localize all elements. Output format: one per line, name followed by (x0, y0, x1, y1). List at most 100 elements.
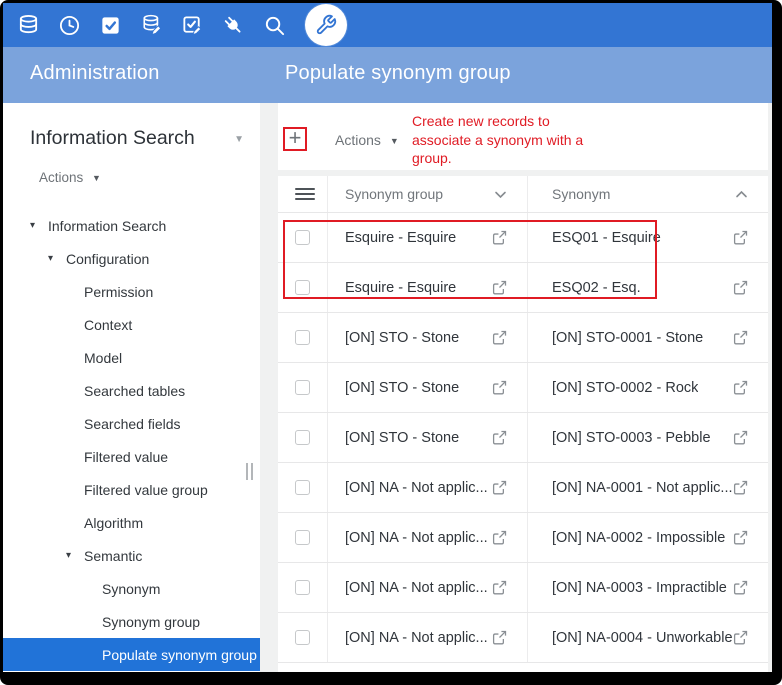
row-checkbox[interactable] (295, 230, 310, 245)
sidebar-item-information-search[interactable]: ▾ Information Search (3, 209, 260, 242)
table-header: Synonym group Synonym (278, 176, 768, 213)
table-row-on-sto-0003-pebble: [ON] STO - Stone [ON] STO-0003 - Pebble (278, 413, 768, 463)
external-link-icon[interactable] (492, 630, 507, 645)
sidebar-scrollbar-thumb[interactable] (246, 463, 253, 480)
external-link-icon[interactable] (733, 280, 748, 295)
external-link-icon[interactable] (492, 330, 507, 345)
synonym-group-cell: Esquire - Esquire (328, 263, 528, 312)
external-link-icon[interactable] (733, 330, 748, 345)
row-checkbox[interactable] (295, 330, 310, 345)
sidebar-item-permission[interactable]: ▾ Permission (3, 275, 260, 308)
clock-icon[interactable] (57, 13, 82, 38)
external-link-icon[interactable] (492, 530, 507, 545)
synonym-group-link[interactable]: Esquire - Esquire (345, 280, 456, 296)
sidebar-app-title: Information Search (30, 127, 195, 149)
synonym-link[interactable]: [ON] NA-0001 - Not applic... (552, 480, 733, 496)
synonym-link[interactable]: ESQ02 - Esq. (552, 280, 641, 296)
sidebar-item-searched-tables[interactable]: ▾ Searched tables (3, 374, 260, 407)
external-link-icon[interactable] (733, 480, 748, 495)
table-row-on-na-0002-impossible: [ON] NA - Not applic... [ON] NA-0002 - (278, 513, 768, 563)
synonym-group-link[interactable]: [ON] NA - Not applic... (345, 480, 488, 496)
synonym-link[interactable]: [ON] NA-0002 - Impossible (552, 530, 725, 546)
synonym-group-link[interactable]: [ON] STO - Stone (345, 380, 459, 396)
synonym-link[interactable]: [ON] NA-0003 - Impractible (552, 580, 727, 596)
checkbox-icon[interactable] (98, 13, 123, 38)
sidebar-item-filtered-value-group[interactable]: ▾ Filtered value group (3, 473, 260, 506)
external-link-icon[interactable] (733, 430, 748, 445)
row-select-cell (278, 313, 328, 362)
database-edit-icon[interactable] (139, 13, 164, 38)
search-icon[interactable] (262, 13, 287, 38)
external-link-icon[interactable] (492, 430, 507, 445)
dropdown-caret-icon: ▼ (92, 173, 101, 183)
column-header-synonym[interactable]: Synonym (528, 176, 768, 212)
sidebar-item-populate-synonym-group[interactable]: ▾ Populate synonym group (3, 638, 260, 671)
external-link-icon[interactable] (492, 280, 507, 295)
sidebar-item-configuration[interactable]: ▾ Configuration (3, 242, 260, 275)
sidebar-item-semantic[interactable]: ▾ Semantic (3, 539, 260, 572)
database-icon[interactable] (16, 13, 41, 38)
sidebar-item-label: Semantic (84, 548, 142, 564)
row-checkbox[interactable] (295, 280, 310, 295)
row-select-cell (278, 463, 328, 512)
sidebar-item-label: Algorithm (84, 515, 143, 531)
sidebar-actions-dropdown[interactable]: Actions ▼ (39, 170, 260, 185)
sidebar-item-searched-fields[interactable]: ▾ Searched fields (3, 407, 260, 440)
synonym-cell: [ON] NA-0002 - Impossible (528, 513, 768, 562)
sidebar-item-label: Information Search (48, 218, 166, 234)
synonym-group-cell: [ON] NA - Not applic... (328, 613, 528, 662)
sidebar: Information Search ▼ Actions ▼ ▾ Informa… (3, 103, 260, 672)
synonym-link[interactable]: [ON] STO-0003 - Pebble (552, 430, 711, 446)
synonym-group-cell: [ON] NA - Not applic... (328, 513, 528, 562)
row-checkbox[interactable] (295, 430, 310, 445)
external-link-icon[interactable] (733, 530, 748, 545)
plug-icon[interactable] (221, 13, 246, 38)
row-checkbox[interactable] (295, 630, 310, 645)
row-select-cell (278, 413, 328, 462)
synonym-group-link[interactable]: [ON] NA - Not applic... (345, 630, 488, 646)
synonym-group-link[interactable]: Esquire - Esquire (345, 230, 456, 246)
synonym-group-link[interactable]: [ON] NA - Not applic... (345, 580, 488, 596)
sidebar-app-picker[interactable]: Information Search ▼ (30, 127, 242, 150)
sidebar-item-label: Populate synonym group (102, 647, 257, 663)
row-checkbox[interactable] (295, 480, 310, 495)
column-label: Synonym (552, 186, 610, 202)
external-link-icon[interactable] (733, 630, 748, 645)
page-title: Populate synonym group (285, 62, 511, 85)
table-menu-cell (278, 176, 328, 212)
list-actions-dropdown[interactable]: Actions ▼ (335, 132, 399, 148)
external-link-icon[interactable] (733, 380, 748, 395)
sidebar-item-filtered-value[interactable]: ▾ Filtered value (3, 440, 260, 473)
synonym-link[interactable]: [ON] NA-0004 - Unworkable (552, 630, 733, 646)
row-checkbox[interactable] (295, 530, 310, 545)
table-row-on-na-0001-not-applic: [ON] NA - Not applic... [ON] NA-0001 - (278, 463, 768, 513)
synonym-link[interactable]: ESQ01 - Esquire (552, 230, 661, 246)
list-menu-icon[interactable] (295, 185, 315, 203)
synonym-group-link[interactable]: [ON] NA - Not applic... (345, 530, 488, 546)
sidebar-item-algorithm[interactable]: ▾ Algorithm (3, 506, 260, 539)
synonym-link[interactable]: [ON] STO-0002 - Rock (552, 380, 698, 396)
sidebar-item-model[interactable]: ▾ Model (3, 341, 260, 374)
synonym-group-link[interactable]: [ON] STO - Stone (345, 330, 459, 346)
synonym-group-link[interactable]: [ON] STO - Stone (345, 430, 459, 446)
external-link-icon[interactable] (492, 380, 507, 395)
column-header-synonym-group[interactable]: Synonym group (328, 176, 528, 212)
table-row-on-na-0003-impractible: [ON] NA - Not applic... [ON] NA-0003 - (278, 563, 768, 613)
external-link-icon[interactable] (492, 580, 507, 595)
external-link-icon[interactable] (733, 230, 748, 245)
row-checkbox[interactable] (295, 580, 310, 595)
external-link-icon[interactable] (733, 580, 748, 595)
wrench-icon-active[interactable] (305, 4, 347, 46)
checklist-edit-icon[interactable] (180, 13, 205, 38)
row-select-cell (278, 263, 328, 312)
synonym-link[interactable]: [ON] STO-0001 - Stone (552, 330, 703, 346)
row-checkbox[interactable] (295, 380, 310, 395)
column-label: Synonym group (345, 186, 443, 202)
external-link-icon[interactable] (492, 230, 507, 245)
sidebar-item-synonym-group[interactable]: ▾ Synonym group (3, 605, 260, 638)
sidebar-item-synonym[interactable]: ▾ Synonym (3, 572, 260, 605)
external-link-icon[interactable] (492, 480, 507, 495)
synonym-group-cell: [ON] NA - Not applic... (328, 563, 528, 612)
sidebar-item-context[interactable]: ▾ Context (3, 308, 260, 341)
new-record-button[interactable]: + (285, 128, 305, 150)
